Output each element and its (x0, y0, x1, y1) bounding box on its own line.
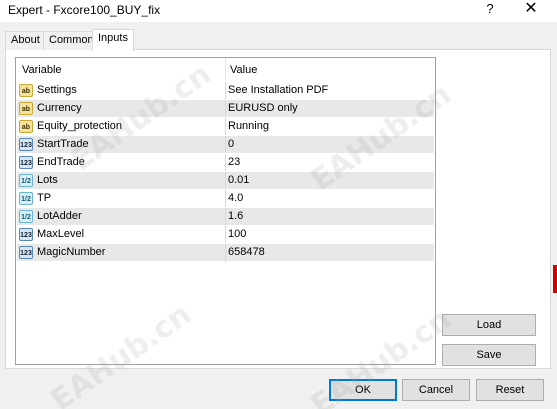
column-header-value[interactable]: Value (230, 64, 257, 76)
inputs-grid: Variable Value ab Settings See Installat… (15, 57, 436, 365)
integer-type-icon: 123 (19, 138, 33, 151)
input-value[interactable]: 0.01 (228, 174, 249, 186)
cell-separator (225, 82, 226, 100)
window-title: Expert - Fxcore100_BUY_fix (8, 3, 161, 17)
string-type-icon: ab (19, 102, 33, 115)
input-value[interactable]: 0 (228, 138, 234, 150)
input-name: MagicNumber (37, 246, 106, 258)
input-value[interactable]: 658478 (228, 246, 265, 258)
help-button[interactable]: ? (476, 0, 504, 20)
string-type-icon: ab (19, 84, 33, 97)
title-bar: Expert - Fxcore100_BUY_fix ? ✕ (0, 0, 557, 22)
column-separator[interactable] (225, 58, 226, 80)
input-name: Settings (37, 84, 77, 96)
input-name: Equity_protection (37, 120, 122, 132)
input-name: EndTrade (37, 156, 85, 168)
tab-about[interactable]: About (5, 31, 46, 50)
cell-separator (225, 154, 226, 172)
input-value[interactable]: EURUSD only (228, 102, 298, 114)
input-row-currency[interactable]: ab Currency EURUSD only (17, 99, 434, 118)
load-button[interactable]: Load (442, 314, 536, 336)
cell-separator (225, 190, 226, 208)
input-row-start-trade[interactable]: 123 StartTrade 0 (17, 135, 434, 154)
reset-button[interactable]: Reset (476, 379, 544, 401)
input-name: TP (37, 192, 52, 204)
cell-separator (225, 226, 226, 244)
double-type-icon: 1/2 (19, 192, 33, 205)
cell-separator (225, 100, 226, 118)
input-value[interactable]: Running (228, 120, 269, 132)
ok-button[interactable]: OK (329, 379, 397, 401)
cell-separator (225, 118, 226, 136)
input-row-lot-adder[interactable]: 1/2 LotAdder 1.6 (17, 207, 434, 226)
input-row-magic-number[interactable]: 123 MagicNumber 658478 (17, 243, 434, 262)
input-row-settings[interactable]: ab Settings See Installation PDF (17, 81, 434, 100)
cancel-button[interactable]: Cancel (402, 379, 470, 401)
input-value[interactable]: 1.6 (228, 210, 243, 222)
input-row-lots[interactable]: 1/2 Lots 0.01 (17, 171, 434, 190)
input-row-max-level[interactable]: 123 MaxLevel 100 (17, 225, 434, 244)
input-name: MaxLevel (37, 228, 85, 240)
integer-type-icon: 123 (19, 156, 33, 169)
string-type-icon: ab (19, 120, 33, 133)
grid-header: Variable Value (16, 58, 435, 80)
input-name: StartTrade (37, 138, 89, 150)
save-button[interactable]: Save (442, 344, 536, 366)
input-row-equity-protection[interactable]: ab Equity_protection Running (17, 117, 434, 136)
input-name: Currency (37, 102, 82, 114)
input-value[interactable]: 100 (228, 228, 246, 240)
cell-separator (225, 208, 226, 226)
input-value[interactable]: 23 (228, 156, 240, 168)
cell-separator (225, 244, 226, 262)
integer-type-icon: 123 (19, 246, 33, 259)
window-edge-marker (553, 265, 557, 293)
column-header-variable[interactable]: Variable (22, 64, 62, 76)
double-type-icon: 1/2 (19, 210, 33, 223)
double-type-icon: 1/2 (19, 174, 33, 187)
input-name: Lots (37, 174, 58, 186)
input-value[interactable]: See Installation PDF (228, 84, 328, 96)
expert-properties-dialog: Expert - Fxcore100_BUY_fix ? ✕ About Com… (0, 0, 557, 409)
input-name: LotAdder (37, 210, 82, 222)
cell-separator (225, 172, 226, 190)
cell-separator (225, 136, 226, 154)
input-row-end-trade[interactable]: 123 EndTrade 23 (17, 153, 434, 172)
integer-type-icon: 123 (19, 228, 33, 241)
close-button[interactable]: ✕ (514, 0, 548, 20)
input-value[interactable]: 4.0 (228, 192, 243, 204)
input-row-tp[interactable]: 1/2 TP 4.0 (17, 189, 434, 208)
tab-inputs[interactable]: Inputs (92, 29, 134, 51)
